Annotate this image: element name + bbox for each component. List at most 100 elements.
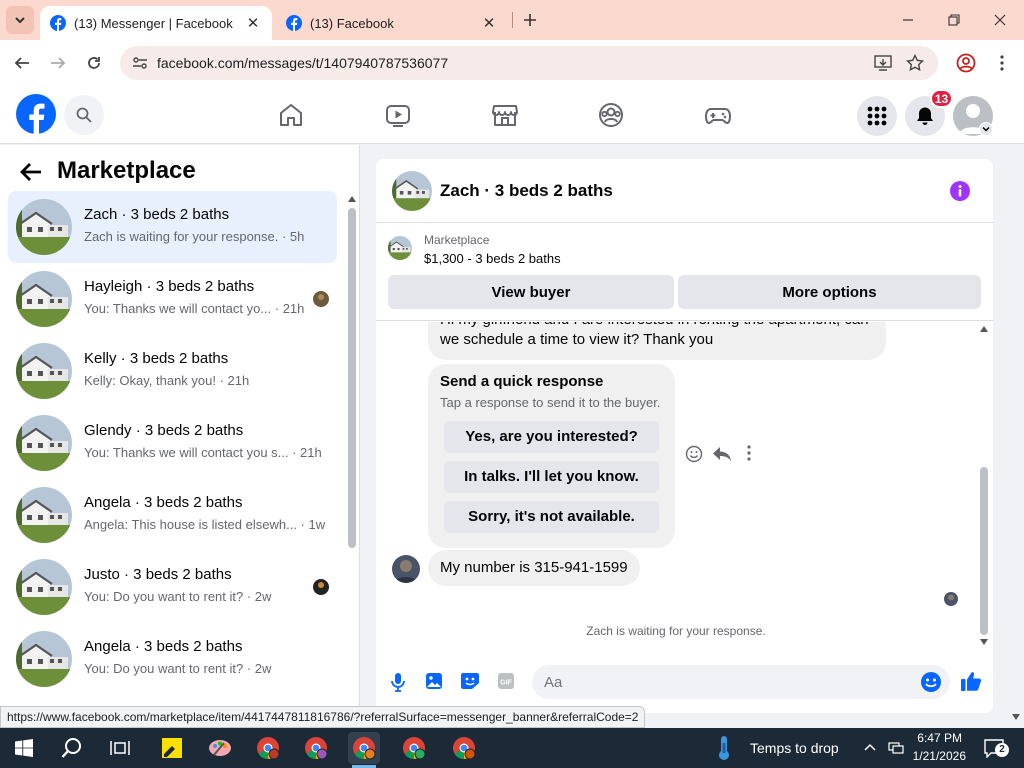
close-tab-icon[interactable]: ✕ xyxy=(480,14,498,32)
photo-icon[interactable] xyxy=(425,672,443,690)
windows-logo-icon xyxy=(15,739,33,757)
tab-messenger[interactable]: (13) Messenger | Facebook ✕ xyxy=(40,6,272,40)
conversation-name: Angela · 3 beds 2 baths xyxy=(84,494,243,511)
scroll-up-icon[interactable] xyxy=(980,326,988,332)
listing-title[interactable]: $1,300 - 3 beds 2 baths xyxy=(424,251,561,266)
account-dropdown[interactable] xyxy=(979,122,993,136)
start-button[interactable] xyxy=(8,732,40,764)
taskbar-search-button[interactable] xyxy=(56,732,88,764)
home-icon[interactable] xyxy=(277,101,305,129)
reload-icon xyxy=(88,57,100,69)
chrome-icon xyxy=(453,737,476,760)
back-button[interactable] xyxy=(10,51,34,75)
facebook-favicon-icon xyxy=(286,15,302,31)
thermometer-icon xyxy=(719,736,729,760)
address-bar[interactable]: facebook.com/messages/t/1407940787536077 xyxy=(120,46,938,80)
info-icon[interactable] xyxy=(949,180,971,202)
site-settings-icon[interactable] xyxy=(132,55,148,71)
message-text: we schedule a time to view it? Thank you xyxy=(440,331,714,348)
sticky-notes-app[interactable] xyxy=(156,732,188,764)
reload-button[interactable] xyxy=(82,51,106,75)
menu-button[interactable] xyxy=(857,96,897,136)
quick-response-not-available[interactable]: Sorry, it's not available. xyxy=(444,501,659,533)
quick-response-in-talks[interactable]: In talks. I'll let you know. xyxy=(444,461,659,493)
paint-palette-icon xyxy=(209,740,231,756)
browser-menu-button[interactable] xyxy=(990,51,1014,75)
bookmark-star-icon[interactable] xyxy=(906,54,924,72)
emoji-icon[interactable] xyxy=(920,671,942,693)
watch-icon[interactable] xyxy=(384,101,412,129)
windows-taskbar: Temps to drop 6:47 PM 1/21/2026 2 xyxy=(0,728,1024,768)
react-emoji-icon[interactable] xyxy=(685,445,703,463)
close-window-button[interactable] xyxy=(986,6,1014,34)
tab-facebook[interactable]: (13) Facebook ✕ xyxy=(276,6,508,40)
chat-avatar[interactable] xyxy=(392,171,432,211)
thread-scrollbar[interactable] xyxy=(980,467,988,635)
gaming-icon[interactable] xyxy=(704,101,732,129)
url-text[interactable]: facebook.com/messages/t/1407940787536077 xyxy=(157,55,448,71)
scroll-up-icon[interactable] xyxy=(348,196,356,202)
page-scroll-down-icon[interactable] xyxy=(1012,714,1020,720)
sticker-icon[interactable] xyxy=(460,672,480,690)
new-tab-button[interactable] xyxy=(516,6,544,34)
weather-widget[interactable]: Temps to drop xyxy=(716,732,839,764)
view-buyer-button[interactable]: View buyer xyxy=(388,275,674,309)
search-button[interactable] xyxy=(64,95,104,135)
chat-title[interactable]: Zach · 3 beds 2 baths xyxy=(440,181,613,201)
clock-date[interactable]: 1/21/2026 xyxy=(906,749,966,763)
conversation-item[interactable]: Zach · 3 beds 2 baths Zach is waiting for… xyxy=(8,191,337,263)
listing-thumbnail[interactable] xyxy=(388,236,412,260)
minimize-button[interactable] xyxy=(894,6,922,34)
chrome-profile-1[interactable] xyxy=(252,732,284,764)
microphone-icon[interactable] xyxy=(389,672,407,692)
conversation-preview: Angela: This house is listed elsewh... ·… xyxy=(84,517,326,532)
scroll-down-icon[interactable] xyxy=(980,639,988,645)
marketplace-title: Marketplace xyxy=(57,157,196,184)
conversation-preview: Kelly: Okay, thank you! · 21h xyxy=(84,373,250,388)
message-bubble[interactable]: Hi my girlfriend and I are interested in… xyxy=(428,322,886,360)
forward-button[interactable] xyxy=(46,51,70,75)
install-app-icon[interactable] xyxy=(874,54,892,72)
gif-icon[interactable]: GIF xyxy=(497,672,515,690)
chrome-profile-3-active[interactable] xyxy=(348,732,380,768)
more-vertical-icon[interactable] xyxy=(747,445,751,461)
tab-search-button[interactable] xyxy=(6,6,34,34)
conversation-item[interactable]: Angela · 3 beds 2 baths You: Do you want … xyxy=(8,623,337,695)
facebook-logo-icon[interactable] xyxy=(16,94,56,134)
chrome-profile-5[interactable] xyxy=(448,732,480,764)
person-photo-icon xyxy=(944,592,958,606)
conversation-item[interactable]: Hayleigh · 3 beds 2 baths You: Thanks we … xyxy=(8,263,337,335)
tab-title: (13) Messenger | Facebook xyxy=(74,15,233,31)
marketplace-icon[interactable] xyxy=(491,101,519,129)
thumbs-up-icon[interactable] xyxy=(960,670,982,692)
chrome-profile-4[interactable] xyxy=(398,732,430,764)
paint-app[interactable] xyxy=(204,732,236,764)
quick-response-yes[interactable]: Yes, are you interested? xyxy=(444,421,659,453)
conversation-item[interactable]: Angela · 3 beds 2 baths Angela: This hous… xyxy=(8,479,337,551)
conversation-item[interactable]: Justo · 3 beds 2 baths You: Do you want t… xyxy=(8,551,337,623)
profile-button[interactable] xyxy=(954,51,978,75)
close-tab-icon[interactable]: ✕ xyxy=(244,14,262,32)
chevron-up-icon[interactable] xyxy=(864,743,876,751)
task-view-button[interactable] xyxy=(104,732,136,764)
reply-icon[interactable] xyxy=(712,445,732,463)
network-icon[interactable] xyxy=(888,740,904,756)
quick-response-title: Send a quick response xyxy=(440,373,604,390)
clock-time[interactable]: 6:47 PM xyxy=(916,731,962,745)
chat-list-scrollbar[interactable] xyxy=(348,208,356,548)
conversation-item[interactable]: Kelly · 3 beds 2 baths Kelly: Okay, thank… xyxy=(8,335,337,407)
house-photo-icon xyxy=(16,559,72,615)
chrome-profile-2[interactable] xyxy=(300,732,332,764)
conversation-item[interactable]: Glendy · 3 beds 2 baths You: Thanks we wi… xyxy=(8,407,337,479)
restore-button[interactable] xyxy=(940,6,968,34)
task-view-icon xyxy=(110,741,130,755)
more-options-button[interactable]: More options xyxy=(678,275,981,309)
message-text: Hi my girlfriend and I are interested in… xyxy=(440,322,874,330)
groups-icon[interactable] xyxy=(597,101,625,129)
message-thread: Hi my girlfriend and I are interested in… xyxy=(376,322,993,659)
link-status-bar: https://www.facebook.com/marketplace/ite… xyxy=(0,706,646,728)
sender-avatar[interactable] xyxy=(392,555,420,583)
back-arrow-icon[interactable] xyxy=(20,162,42,182)
message-bubble[interactable]: My number is 315-941-1599 xyxy=(428,550,640,586)
message-input[interactable] xyxy=(532,665,950,699)
